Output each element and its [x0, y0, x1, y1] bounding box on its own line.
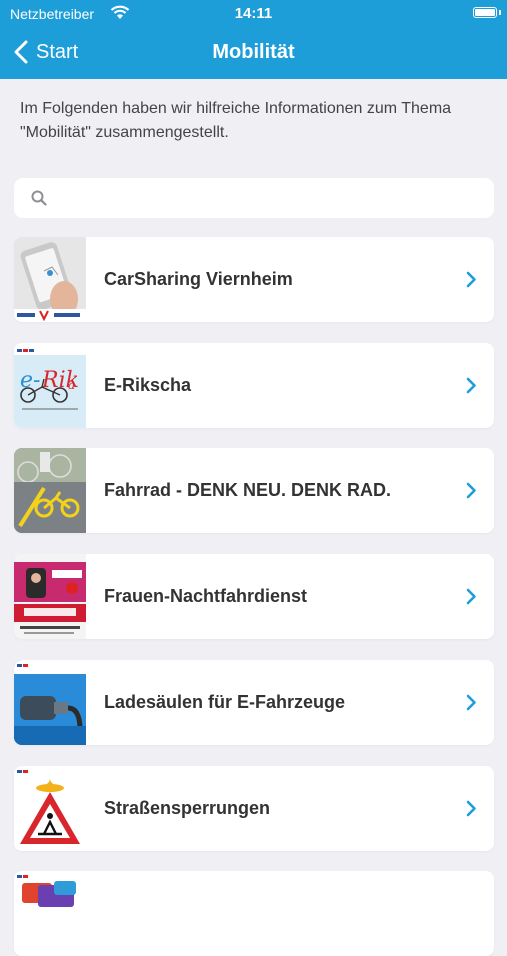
intro-text: Im Folgenden haben wir hilfreiche Inform…: [20, 100, 452, 141]
app-header: Netzbetreiber 14:11 Start Mobilität: [0, 0, 507, 79]
partial-item-thumbnail: [14, 871, 86, 956]
list-item-label: Ladesäulen für E-Fahrzeuge: [104, 692, 346, 712]
e-riksha-thumbnail: e- Rik a: [14, 343, 86, 428]
list-item-fahrrad[interactable]: Fahrrad - DENK NEU. DENK RAD.: [14, 448, 494, 533]
page-title: Mobilität: [212, 41, 295, 63]
svg-text:a: a: [68, 378, 75, 392]
battery-icon: [473, 7, 497, 18]
strassensperrungen-thumbnail: [14, 766, 86, 851]
list-item-label: Straßensperrungen: [104, 798, 271, 818]
list-item-label: Fahrrad - DENK NEU. DENK RAD.: [104, 480, 392, 500]
chevron-right-icon: [466, 800, 476, 817]
ladesaeulen-thumbnail: [14, 660, 86, 745]
status-time: 14:11: [234, 5, 273, 22]
chevron-right-icon: [466, 377, 476, 394]
list-item-ladesaeulen[interactable]: Ladesäulen für E-Fahrzeuge: [14, 660, 494, 745]
chevron-right-icon: [466, 694, 476, 711]
list-item-label: E-Rikscha: [104, 375, 192, 395]
search-icon: [31, 190, 47, 206]
list-item-label: Frauen-Nachtfahrdienst: [104, 586, 308, 606]
list-item-partial[interactable]: [14, 871, 494, 956]
chevron-right-icon: [466, 588, 476, 605]
list-item-strassensperrungen[interactable]: Straßensperrungen: [14, 766, 494, 851]
chevron-right-icon: [466, 271, 476, 288]
fahrrad-thumbnail: [14, 448, 86, 533]
search-input[interactable]: [14, 178, 494, 218]
list-item-frauen-nachtfahrdienst[interactable]: Frauen-Nachtfahrdienst: [14, 554, 494, 639]
carsharing-thumbnail: [14, 237, 86, 322]
list-item-e-riksha[interactable]: e- Rik a E-Rikscha: [14, 343, 494, 428]
status-bar: Netzbetreiber 14:11: [0, 0, 507, 28]
frauen-nachtfahrdienst-thumbnail: [14, 554, 86, 639]
battery-tip: [499, 10, 501, 15]
chevron-right-icon: [466, 482, 476, 499]
list-item-carsharing[interactable]: CarSharing Viernheim: [14, 237, 494, 322]
list-item-label: CarSharing Viernheim: [104, 269, 293, 289]
